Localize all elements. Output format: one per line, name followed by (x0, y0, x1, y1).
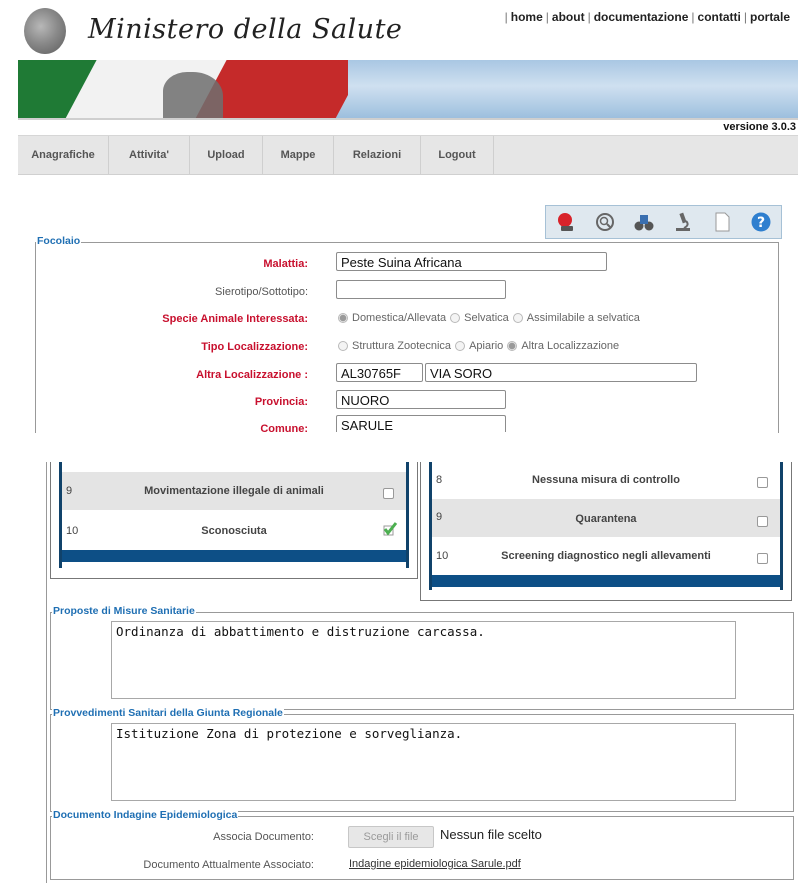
menu-logout[interactable]: Logout (421, 136, 494, 174)
list-item: 9 Quarantena (432, 499, 780, 537)
documento-associato-label: Documento Attualmente Associato: (143, 859, 314, 871)
menu-attivita[interactable]: Attivita' (109, 136, 190, 174)
binoculars-icon[interactable] (632, 210, 656, 234)
malattia-label: Malattia: (263, 258, 308, 270)
red-ball-icon[interactable] (554, 210, 578, 234)
left-list: 9 Movimentazione illegale di animali 10 … (59, 462, 409, 568)
link-home[interactable]: home (509, 10, 545, 24)
top-links: | home | about | documentazione | contatti | port… (504, 10, 792, 24)
comune-field[interactable]: SARULE (336, 415, 506, 432)
list-footer-bar (62, 550, 406, 562)
menu-mappe[interactable]: Mappe (263, 136, 334, 174)
provincia-field[interactable]: NUORO (336, 390, 506, 409)
action-toolbar: ? (545, 205, 782, 239)
focolaio-legend: Focolaio (36, 235, 82, 247)
link-portale[interactable]: portale (748, 10, 792, 24)
checkbox[interactable] (383, 488, 394, 499)
list-item: 10 Screening diagnostico negli allevamen… (432, 538, 780, 574)
svg-text:?: ? (757, 215, 765, 231)
radio-assimilabile[interactable] (512, 313, 523, 323)
help-icon[interactable]: ? (749, 210, 773, 234)
list-footer-bar (432, 575, 780, 587)
altra-localizzazione-code-field[interactable]: AL30765F (336, 363, 423, 382)
version-label: versione 3.0.3 (723, 121, 796, 133)
tipo-radio-group: Struttura Zootecnica Apiario Altra Local… (338, 340, 623, 352)
specie-label: Specie Animale Interessata: (162, 313, 308, 325)
ministry-logo-text: Ministero della Salute (88, 14, 403, 45)
divider (18, 118, 798, 120)
main-menu: Anagrafiche Attivita' Upload Mappe Relaz… (18, 135, 798, 175)
altra-localizzazione-address-field[interactable]: VIA SORO (425, 363, 697, 382)
document-icon[interactable] (710, 210, 734, 234)
malattia-field[interactable]: Peste Suina Africana (336, 252, 607, 271)
sierotipo-label: Sierotipo/Sottotipo: (215, 286, 308, 298)
radio-apiario-label: Apiario (469, 340, 504, 352)
menu-anagrafiche[interactable]: Anagrafiche (18, 136, 109, 174)
file-status-text: Nessun file scelto (440, 827, 542, 842)
microscope-icon[interactable] (671, 210, 695, 234)
altra-localizzazione-label: Altra Localizzazione : (196, 369, 308, 381)
proposte-legend: Proposte di Misure Sanitarie (52, 605, 196, 617)
link-contatti[interactable]: contatti (696, 10, 743, 24)
left-list-panel: 9 Movimentazione illegale di animali 10 … (50, 462, 418, 579)
list-item: 9 Movimentazione illegale di animali (62, 472, 406, 510)
proposte-textarea[interactable]: Ordinanza di abbattimento e distruzione … (111, 621, 736, 699)
link-documentazione[interactable]: documentazione (592, 10, 691, 24)
radio-selvatica[interactable] (450, 313, 461, 323)
radio-domestica[interactable] (338, 313, 348, 323)
tipo-localizzazione-label: Tipo Localizzazione: (201, 341, 308, 353)
radio-altra-label: Altra Localizzazione (521, 340, 620, 352)
right-list-panel: 8 Nessuna misura di controllo 9 Quarante… (420, 462, 792, 601)
list-item: 10 Sconosciuta (62, 511, 406, 549)
provvedimenti-textarea[interactable]: Istituzione Zona di protezione e sorvegl… (111, 723, 736, 801)
comune-label: Comune: (260, 423, 308, 432)
choose-file-button[interactable]: Scegli il file (348, 826, 434, 848)
outer-left-border (46, 462, 47, 883)
menu-upload[interactable]: Upload (190, 136, 263, 174)
radio-assimilabile-label: Assimilabile a selvatica (526, 312, 640, 324)
documento-legend: Documento Indagine Epidemiologica (52, 809, 239, 821)
italian-flag-banner (18, 60, 348, 118)
checked-checkbox-icon[interactable] (382, 521, 398, 540)
right-list: 8 Nessuna misura di controllo 9 Quarante… (429, 462, 783, 590)
search-icon[interactable] (593, 210, 617, 234)
radio-domestica-label: Domestica/Allevata (352, 312, 447, 324)
list-item: 8 Nessuna misura di controllo (432, 462, 780, 498)
associa-documento-label: Associa Documento: (213, 831, 314, 843)
documento-associato-link[interactable]: Indagine epidemiologica Sarule.pdf (349, 858, 521, 870)
specie-radio-group: Domestica/Allevata Selvatica Assimilabil… (338, 312, 644, 324)
radio-struttura-label: Struttura Zootecnica (352, 340, 452, 352)
menu-relazioni[interactable]: Relazioni (334, 136, 421, 174)
header-banner (18, 60, 798, 118)
provvedimenti-legend: Provvedimenti Sanitari della Giunta Regi… (52, 707, 284, 719)
checkbox[interactable] (757, 477, 768, 488)
checkbox[interactable] (757, 516, 768, 527)
ministry-emblem-logo (24, 8, 66, 54)
link-about[interactable]: about (550, 10, 587, 24)
statue-image (163, 72, 223, 118)
sierotipo-field[interactable] (336, 280, 506, 299)
radio-apiario[interactable] (455, 341, 466, 351)
radio-altra-localizzazione[interactable] (507, 341, 518, 351)
radio-selvatica-label: Selvatica (464, 312, 509, 324)
provincia-label: Provincia: (254, 396, 308, 408)
radio-struttura-zootecnica[interactable] (338, 341, 348, 351)
checkbox[interactable] (757, 553, 768, 564)
